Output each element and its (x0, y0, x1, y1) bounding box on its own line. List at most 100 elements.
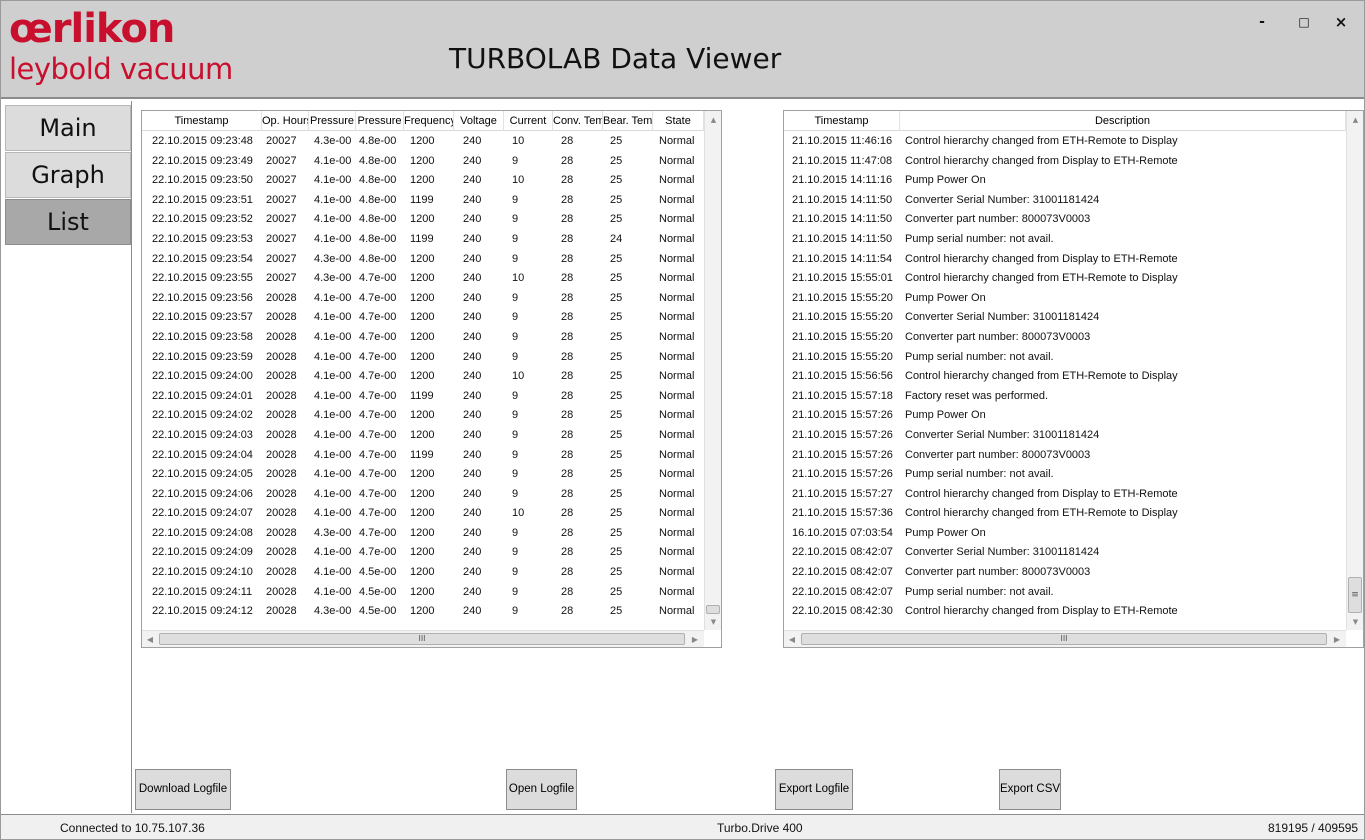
list-item[interactable]: 21.10.2015 15:57:27 Control hierarchy cha… (784, 485, 1346, 505)
table-row[interactable]: 22.10.2015 09:24:10 20028 4.1e-00 4.5e-00 12… (142, 563, 704, 583)
table-row[interactable]: 22.10.2015 09:24:09 20028 4.1e-00 4.7e-00 12… (142, 543, 704, 563)
table-row[interactable]: 22.10.2015 09:23:50 20027 4.1e-00 4.8e-00 12… (142, 171, 704, 191)
table-row[interactable]: 22.10.2015 09:23:57 20028 4.1e-00 4.7e-00 12… (142, 308, 704, 328)
table-row[interactable]: 22.10.2015 09:24:04 20028 4.1e-00 4.7e-00 11… (142, 446, 704, 466)
nav-item-list[interactable]: List (5, 199, 131, 245)
table-cell: 4.8e-00 (359, 213, 397, 226)
list-item[interactable]: 21.10.2015 14:11:54 Control hierarchy cha… (784, 250, 1346, 270)
table-cell: 4.1e-00 (314, 585, 352, 598)
download-logfile-button[interactable]: Download Logfile (135, 769, 231, 810)
scroll-thumb[interactable] (706, 605, 720, 614)
column-header[interactable]: Frequency (404, 111, 454, 131)
open-logfile-button[interactable]: Open Logfile (506, 769, 577, 810)
scroll-up-icon[interactable]: ▲ (705, 113, 722, 127)
column-header[interactable]: Bear. Temp (603, 111, 653, 131)
minimize-icon[interactable]: - (1247, 11, 1277, 33)
table-cell: 10 (512, 370, 525, 383)
list-item[interactable]: 21.10.2015 15:57:26 Pump Power On (784, 406, 1346, 426)
column-header[interactable]: Description (900, 111, 1346, 131)
column-header[interactable]: Pressure (309, 111, 356, 131)
list-item[interactable]: 21.10.2015 14:11:50 Pump serial number: n… (784, 230, 1346, 250)
column-header[interactable]: Conv. Temp (553, 111, 603, 131)
list-item[interactable]: 22.10.2015 08:42:07 Converter part number… (784, 563, 1346, 583)
table-row[interactable]: 22.10.2015 09:24:06 20028 4.1e-00 4.7e-00 12… (142, 485, 704, 505)
column-header[interactable]: Current (504, 111, 553, 131)
table-row[interactable]: 22.10.2015 09:23:51 20027 4.1e-00 4.8e-00 11… (142, 191, 704, 211)
column-header[interactable]: Pressure (356, 111, 404, 131)
table-row[interactable]: 22.10.2015 09:24:02 20028 4.1e-00 4.7e-00 12… (142, 406, 704, 426)
export-csv-button[interactable]: Export CSV (999, 769, 1061, 810)
column-header[interactable]: Voltage (454, 111, 504, 131)
list-item[interactable]: 21.10.2015 14:11:16 Pump Power On (784, 171, 1346, 191)
scroll-thumb[interactable]: III (159, 633, 685, 645)
table-cell: 25 (610, 135, 623, 147)
list-item[interactable]: 21.10.2015 15:57:36 Control hierarchy cha… (784, 504, 1346, 524)
table-row[interactable]: 22.10.2015 09:24:03 20028 4.1e-00 4.7e-00 12… (142, 426, 704, 446)
column-header[interactable]: Timestamp (784, 111, 900, 131)
table-row[interactable]: 22.10.2015 09:24:11 20028 4.1e-00 4.5e-00 12… (142, 583, 704, 603)
scroll-left-icon[interactable]: ◀ (142, 631, 158, 648)
table-row[interactable]: 22.10.2015 09:23:48 20027 4.3e-00 4.8e-00 12… (142, 132, 704, 152)
list-item[interactable]: 21.10.2015 15:57:26 Converter Serial Numb… (784, 426, 1346, 446)
scroll-thumb[interactable]: III (801, 633, 1327, 645)
list-item[interactable]: 21.10.2015 11:46:16 Control hierarchy cha… (784, 132, 1346, 152)
list-item[interactable]: 21.10.2015 15:57:26 Pump serial number: n… (784, 465, 1346, 485)
list-item[interactable]: 21.10.2015 14:11:50 Converter Serial Numb… (784, 191, 1346, 211)
table-row[interactable]: 22.10.2015 09:23:49 20027 4.1e-00 4.8e-00 12… (142, 152, 704, 172)
event-description: Control hierarchy changed from ETH-Remot… (905, 272, 1178, 285)
table-cell: 25 (610, 585, 623, 598)
list-item[interactable]: 21.10.2015 14:11:50 Converter part number… (784, 210, 1346, 230)
table-row[interactable]: 22.10.2015 09:23:59 20028 4.1e-00 4.7e-00 12… (142, 348, 704, 368)
export-logfile-button[interactable]: Export Logfile (775, 769, 853, 810)
column-header[interactable]: Op. Hours (262, 111, 309, 131)
nav-item-main[interactable]: Main (5, 105, 131, 151)
list-item[interactable]: 21.10.2015 11:47:08 Control hierarchy cha… (784, 152, 1346, 172)
list-item[interactable]: 21.10.2015 15:55:20 Converter Serial Numb… (784, 308, 1346, 328)
table-row[interactable]: 22.10.2015 09:24:05 20028 4.1e-00 4.7e-00 12… (142, 465, 704, 485)
close-icon[interactable]: × (1326, 11, 1356, 33)
column-header[interactable]: State (653, 111, 704, 131)
scroll-thumb[interactable]: ≡ (1348, 577, 1362, 613)
event-table-hscrollbar[interactable]: ◀ III ▶ (784, 630, 1346, 647)
data-log-table[interactable]: Timestamp Op. Hours Pressure Pressure Fr… (141, 110, 722, 648)
maximize-icon[interactable]: □ (1289, 11, 1319, 33)
list-item[interactable]: 21.10.2015 15:55:20 Pump Power On (784, 289, 1346, 309)
scroll-up-icon[interactable]: ▲ (1347, 113, 1364, 127)
table-row[interactable]: 22.10.2015 09:23:53 20027 4.1e-00 4.8e-00 11… (142, 230, 704, 250)
nav-item-graph[interactable]: Graph (5, 152, 131, 198)
list-item[interactable]: 21.10.2015 15:57:26 Converter part number… (784, 446, 1346, 466)
list-item[interactable]: 21.10.2015 15:55:01 Control hierarchy cha… (784, 269, 1346, 289)
table-row[interactable]: 22.10.2015 09:23:54 20027 4.3e-00 4.8e-00 12… (142, 250, 704, 270)
table-row[interactable]: 22.10.2015 09:23:52 20027 4.1e-00 4.8e-00 12… (142, 210, 704, 230)
event-table-vscrollbar[interactable]: ▲ ≡ ▼ (1346, 111, 1363, 630)
table-cell: 1200 (410, 154, 435, 167)
column-header[interactable]: Timestamp (142, 111, 262, 131)
event-description: Converter part number: 800073V0003 (905, 448, 1091, 461)
scroll-down-icon[interactable]: ▼ (1347, 615, 1364, 629)
table-row[interactable]: 22.10.2015 09:24:07 20028 4.1e-00 4.7e-00 12… (142, 504, 704, 524)
table-row[interactable]: 22.10.2015 09:24:01 20028 4.1e-00 4.7e-00 11… (142, 387, 704, 407)
table-row[interactable]: 22.10.2015 09:23:58 20028 4.1e-00 4.7e-00 12… (142, 328, 704, 348)
scroll-left-icon[interactable]: ◀ (784, 631, 800, 648)
table-row[interactable]: 22.10.2015 09:24:12 20028 4.3e-00 4.5e-00 12… (142, 602, 704, 622)
table-row[interactable]: 22.10.2015 09:24:08 20028 4.3e-00 4.7e-00 12… (142, 524, 704, 544)
event-log-table[interactable]: Timestamp Description 21.10.2015 11:46:1… (783, 110, 1364, 648)
table-row[interactable]: 22.10.2015 09:23:56 20028 4.1e-00 4.7e-00 12… (142, 289, 704, 309)
table-cell: Normal (659, 468, 695, 481)
list-item[interactable]: 22.10.2015 08:42:30 Control hierarchy cha… (784, 602, 1346, 622)
list-item[interactable]: 21.10.2015 15:57:18 Factory reset was per… (784, 387, 1346, 407)
list-item[interactable]: 21.10.2015 15:55:20 Converter part number… (784, 328, 1346, 348)
list-item[interactable]: 21.10.2015 15:56:56 Control hierarchy cha… (784, 367, 1346, 387)
data-table-vscrollbar[interactable]: ▲ ▼ (704, 111, 721, 630)
data-table-hscrollbar[interactable]: ◀ III ▶ (142, 630, 704, 647)
list-item[interactable]: 16.10.2015 07:03:54 Pump Power On (784, 524, 1346, 544)
list-item[interactable]: 22.10.2015 08:42:07 Converter Serial Numb… (784, 543, 1346, 563)
scroll-right-icon[interactable]: ▶ (687, 631, 703, 648)
table-cell: 9 (512, 213, 519, 226)
scroll-right-icon[interactable]: ▶ (1329, 631, 1345, 648)
scroll-down-icon[interactable]: ▼ (705, 615, 722, 629)
table-row[interactable]: 22.10.2015 09:24:00 20028 4.1e-00 4.7e-00 12… (142, 367, 704, 387)
table-row[interactable]: 22.10.2015 09:23:55 20027 4.3e-00 4.7e-00 12… (142, 269, 704, 289)
list-item[interactable]: 21.10.2015 15:55:20 Pump serial number: n… (784, 348, 1346, 368)
list-item[interactable]: 22.10.2015 08:42:07 Pump serial number: n… (784, 583, 1346, 603)
